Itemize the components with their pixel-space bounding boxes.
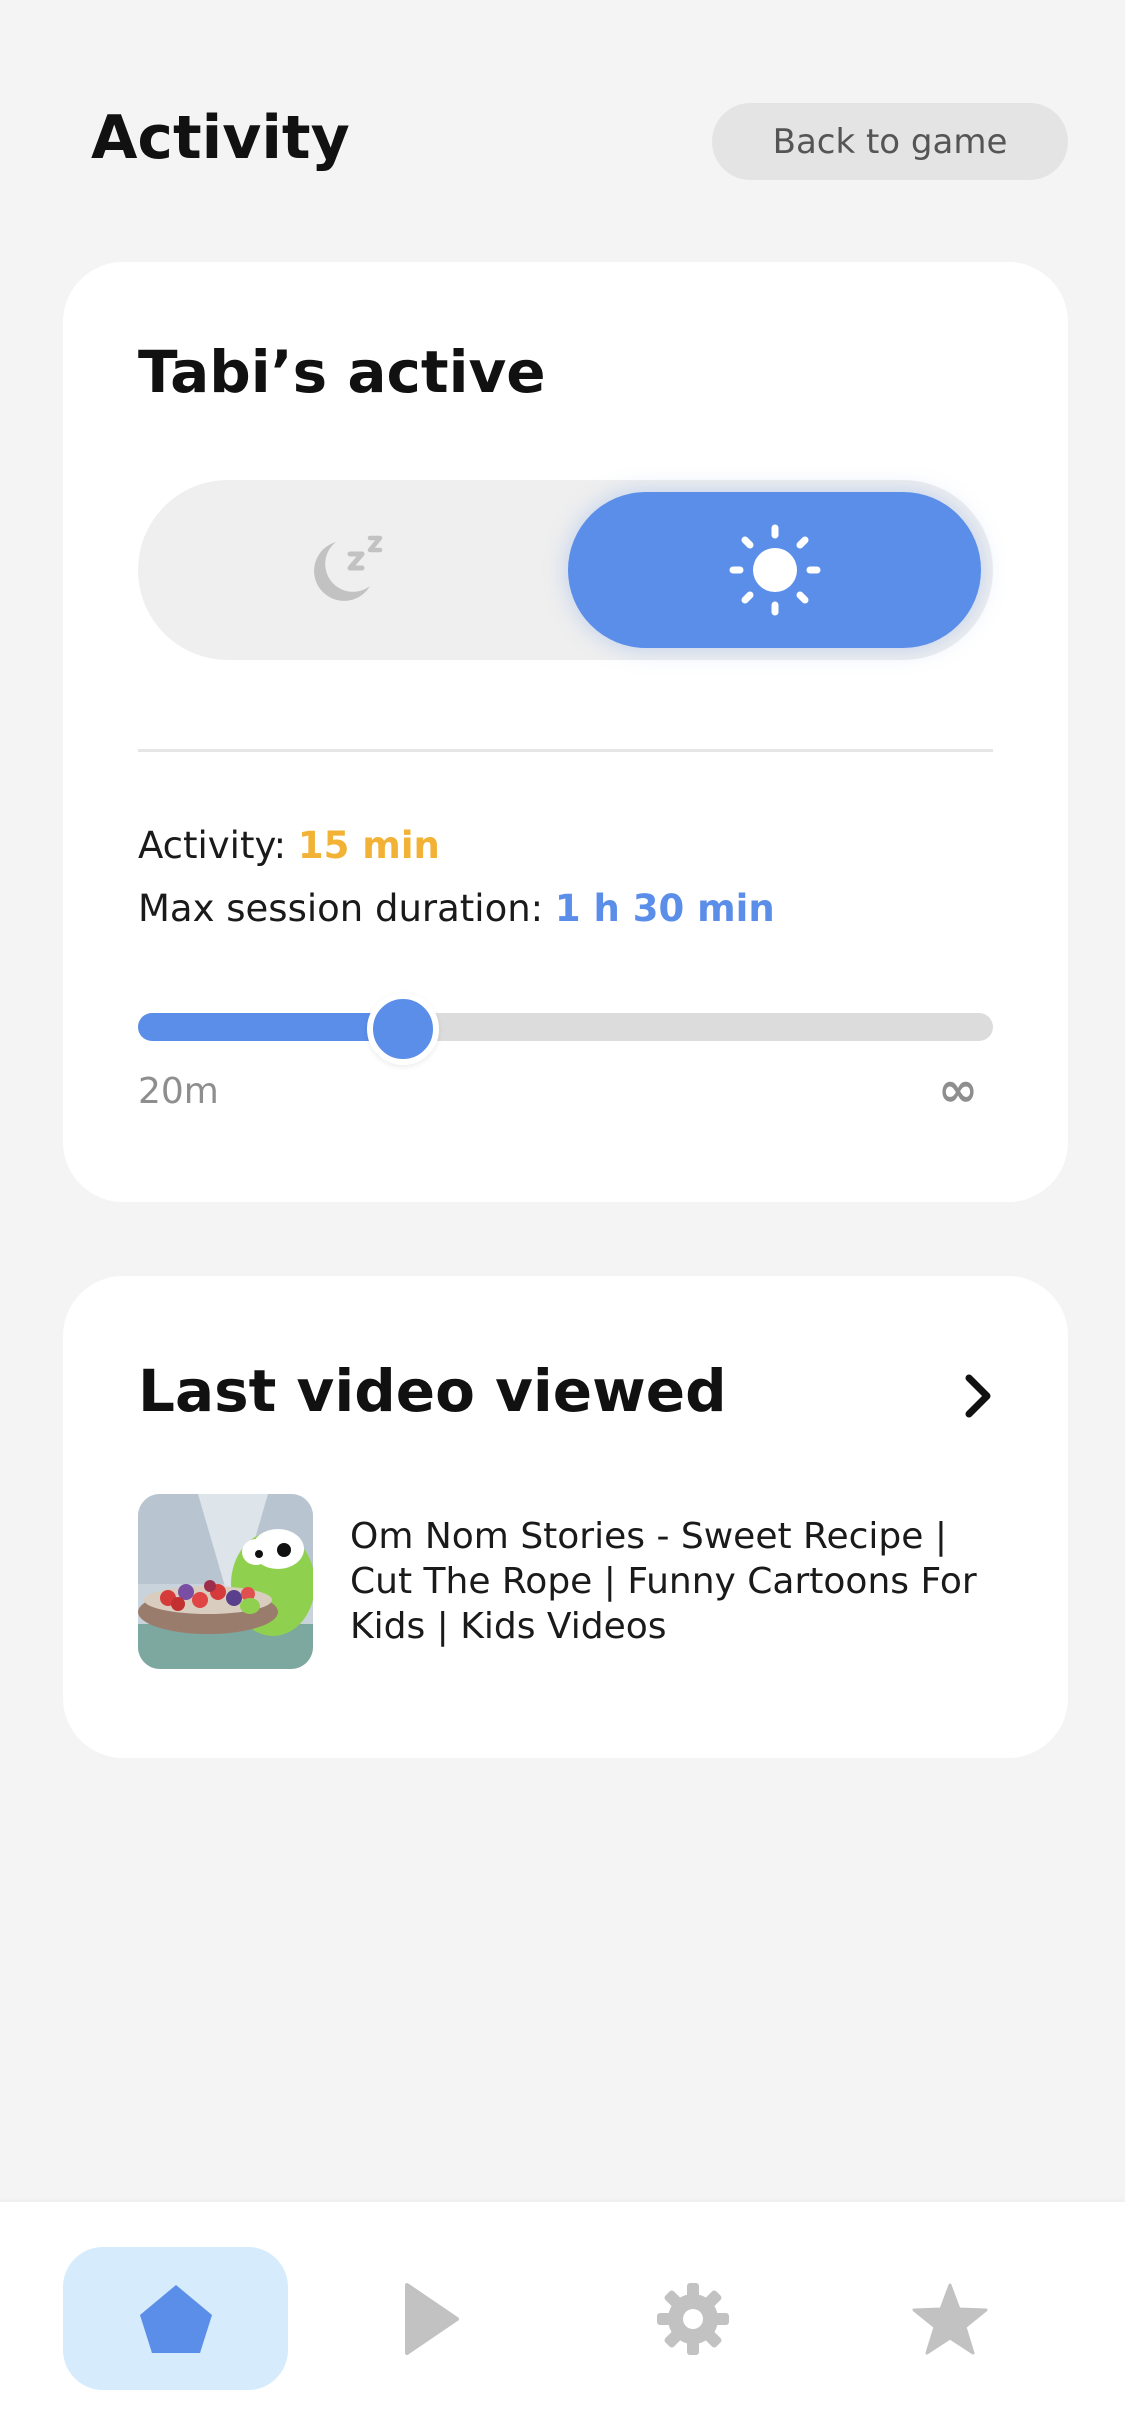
nav-favorites[interactable] xyxy=(837,2247,1062,2390)
last-video-card: Last video viewed Om Nom Stories - Sweet… xyxy=(63,1276,1068,1758)
video-thumbnail xyxy=(138,1494,313,1669)
session-stat: Max session duration: 1 h 30 min xyxy=(138,885,775,933)
video-title: Om Nom Stories - Sweet Recipe | Cut The … xyxy=(350,1516,977,1647)
activity-stat: Activity: 15 min xyxy=(138,822,440,870)
divider xyxy=(138,749,993,752)
slider-min-label: 20m xyxy=(138,1071,219,1112)
slider-fill xyxy=(138,1013,403,1041)
play-icon xyxy=(404,2282,459,2355)
moon-zzz-icon xyxy=(314,535,383,601)
nav-settings[interactable] xyxy=(580,2247,805,2390)
status-card-title: Tabi’s active xyxy=(138,338,546,406)
slider-max-label: ∞ xyxy=(938,1062,978,1118)
activity-label: Activity: xyxy=(138,824,287,867)
mode-toggle[interactable] xyxy=(138,480,993,660)
video-item[interactable]: Om Nom Stories - Sweet Recipe | Cut The … xyxy=(138,1494,1018,1674)
sun-icon xyxy=(729,524,820,616)
page-title: Activity xyxy=(91,103,350,173)
last-video-title: Last video viewed xyxy=(138,1357,727,1425)
activity-value: 15 min xyxy=(297,824,440,867)
nav-play[interactable] xyxy=(318,2247,543,2390)
star-icon xyxy=(912,2283,987,2354)
nav-home[interactable] xyxy=(63,2247,288,2390)
back-to-game-button[interactable]: Back to game xyxy=(712,103,1068,180)
status-card: Tabi’s active Activity: 15 min Max sessi… xyxy=(63,262,1068,1202)
gear-icon xyxy=(656,2282,729,2355)
last-video-more-button[interactable] xyxy=(953,1366,1003,1426)
toggle-sleep-option[interactable] xyxy=(138,480,558,660)
slider-thumb[interactable] xyxy=(367,993,439,1065)
home-icon xyxy=(139,2284,212,2353)
bottom-nav xyxy=(0,2202,1125,2436)
session-duration-slider[interactable] xyxy=(138,993,993,1065)
chevron-right-icon xyxy=(965,1374,991,1418)
session-value: 1 h 30 min xyxy=(554,887,775,930)
session-label: Max session duration: xyxy=(138,887,544,930)
page-header: Activity Back to game xyxy=(0,0,1125,260)
toggle-active-option[interactable] xyxy=(568,492,981,648)
